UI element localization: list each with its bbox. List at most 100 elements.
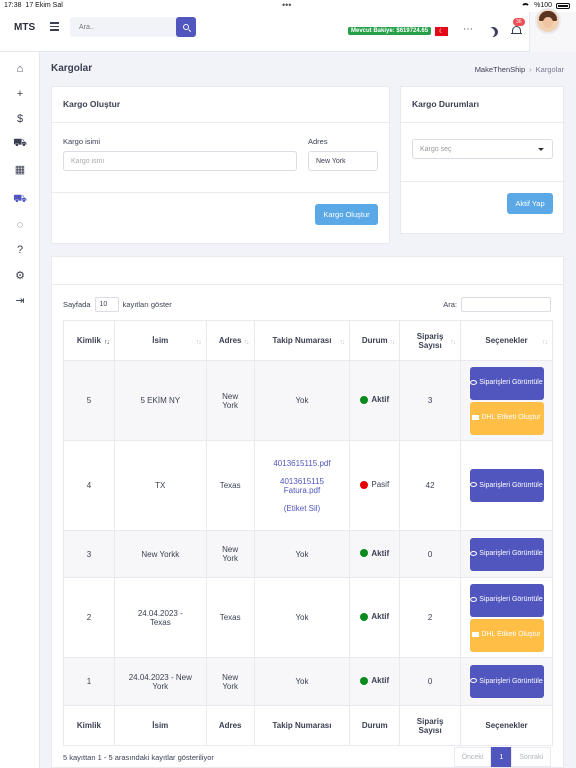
cell-tracking: Yok	[253, 360, 351, 441]
cell-tracking: Yok	[253, 530, 351, 578]
breadcrumb-current: Kargolar	[535, 65, 564, 74]
cell-status: Aktif	[349, 360, 401, 441]
address-input[interactable]	[308, 151, 378, 171]
activate-button[interactable]: Aktif Yap	[507, 193, 553, 214]
search-box	[70, 17, 196, 37]
more-apps-icon[interactable]: ⋯	[463, 24, 473, 35]
page-length-select[interactable]: 10	[94, 297, 119, 312]
cell-options: Siparişleri Görüntüle	[460, 440, 553, 531]
cargo-select[interactable]: Kargo seç	[412, 139, 553, 159]
col-header-tracking[interactable]: Takip Numarası ↑↓	[253, 320, 351, 361]
status-active-icon	[360, 395, 369, 404]
footer-address: Adres	[205, 705, 255, 746]
settings-icon[interactable]: ⚙	[14, 269, 26, 282]
pagination-next[interactable]: Sonraki	[511, 747, 551, 767]
cell-address: New York	[205, 657, 255, 706]
invoice-pdf-link[interactable]: 4013615115 Fatura.pdf	[277, 477, 327, 495]
table-row: 5 5 EKİM NY New York Yok Aktif 3 Sipariş…	[63, 360, 553, 441]
chevron-right-icon: ›	[529, 65, 532, 74]
cell-address: New York	[205, 530, 255, 578]
table-row: 1 24.04.2023 - New York New York Yok Akt…	[63, 657, 553, 706]
pagination-page-1[interactable]: 1	[491, 747, 512, 767]
dark-mode-icon[interactable]	[486, 25, 500, 39]
eye-icon	[470, 379, 478, 385]
cell-name: TX	[113, 440, 207, 531]
footer-orders: Sipariş Sayısı	[399, 705, 462, 746]
top-navbar: MTS Mevcut Bakiye: $619724.65 ☾ ⋯ 36	[0, 12, 576, 52]
cargo-status-card: Kargo Durumları Kargo seç Aktif Yap	[400, 86, 564, 234]
pagination: Önceki 1 Sonraki	[453, 747, 551, 767]
dollar-icon[interactable]: $	[14, 113, 26, 125]
avatar[interactable]	[535, 8, 561, 34]
pagination-prev[interactable]: Önceki	[453, 747, 492, 767]
wifi-icon	[521, 2, 531, 9]
view-orders-button[interactable]: Siparişleri Görüntüle	[469, 537, 544, 571]
col-header-orders[interactable]: Sipariş Sayısı ↑↓	[399, 320, 462, 361]
view-orders-button[interactable]: Siparişleri Görüntüle	[469, 665, 544, 698]
truck-icon	[472, 631, 480, 637]
cell-address: Texas	[205, 577, 255, 658]
logout-icon[interactable]: ⇥	[14, 294, 26, 307]
delete-label-link[interactable]: (Etiket Sil)	[255, 504, 350, 513]
footer-id: Kimlik	[63, 705, 115, 746]
cell-id: 5	[63, 360, 115, 441]
col-header-options[interactable]: Seçenekler ↑↓	[460, 320, 553, 361]
balance-badge: Mevcut Bakiye: $619724.65	[348, 27, 432, 35]
truck-icon[interactable]: ⛟	[13, 193, 27, 206]
col-header-id[interactable]: Kimlik ↑↓	[63, 320, 115, 361]
cell-tracking: Yok	[253, 657, 351, 706]
cell-options: Siparişleri Görüntüle	[460, 530, 553, 578]
search-button[interactable]	[176, 17, 196, 37]
help-icon[interactable]: ?	[14, 244, 26, 256]
view-orders-button[interactable]: Siparişleri Görüntüle	[469, 583, 544, 617]
label-pdf-link[interactable]: 4013615115.pdf	[255, 459, 350, 468]
eye-icon	[470, 550, 478, 556]
search-input[interactable]	[70, 17, 170, 37]
cart-icon[interactable]: ⛟	[13, 137, 27, 150]
breadcrumb-home[interactable]: MakeThenShip	[475, 65, 525, 74]
cell-options: Siparişleri Görüntüle	[460, 657, 553, 706]
cargo-name-input[interactable]	[63, 151, 297, 171]
footer-tracking: Takip Numarası	[253, 705, 351, 746]
brand-logo[interactable]: MTS	[14, 22, 35, 33]
plus-icon[interactable]: +	[14, 88, 26, 100]
create-cargo-button[interactable]: Kargo Oluştur	[315, 204, 378, 225]
notification-bell-icon[interactable]	[511, 25, 522, 36]
view-orders-button[interactable]: Siparişleri Görüntüle	[469, 469, 544, 502]
cell-orders: 3	[399, 360, 462, 441]
search-icon	[183, 24, 189, 30]
status-time: 17:38 17 Ekim Sal	[4, 2, 63, 9]
home-icon[interactable]: ⌂	[14, 63, 26, 75]
eye-icon	[470, 596, 478, 602]
cell-options: Siparişleri Görüntüle DHL Etiketi Oluştu…	[460, 577, 553, 658]
status-active-icon	[360, 676, 369, 685]
cell-id: 3	[63, 530, 115, 578]
col-header-status[interactable]: Durum ↑↓	[349, 320, 401, 361]
cell-id: 4	[63, 440, 115, 531]
menu-toggle-icon[interactable]	[50, 22, 59, 33]
chat-icon[interactable]: ◌	[14, 219, 26, 231]
language-flag-icon[interactable]: ☾	[435, 27, 448, 36]
cargo-status-title: Kargo Durumları	[401, 87, 563, 123]
cell-id: 1	[63, 657, 115, 706]
multitask-dots-icon[interactable]: •••	[282, 0, 291, 10]
eye-icon	[470, 482, 478, 488]
dhl-label-button[interactable]: DHL Etiketi Oluştur	[469, 618, 544, 652]
cell-address: Texas	[205, 440, 255, 531]
store-icon[interactable]: ▦	[14, 163, 26, 176]
col-header-address[interactable]: Adres ↑↓	[205, 320, 255, 361]
page-length-control: Sayfada 10 kayıtları göster	[63, 297, 172, 312]
table-info: 5 kayıttan 1 - 5 arasındaki kayıtlar gös…	[63, 753, 214, 762]
col-header-name[interactable]: İsim ↑↓	[113, 320, 207, 361]
cargo-table: Kimlik ↑↓ İsim ↑↓ Adres ↑↓ Takip Numarası ↑↓…	[63, 320, 553, 746]
cell-status: Aktif	[349, 577, 401, 658]
cargo-select-placeholder: Kargo seç	[420, 146, 452, 153]
dhl-label-button[interactable]: DHL Etiketi Oluştur	[469, 401, 544, 435]
cell-orders: 0	[399, 657, 462, 706]
table-filter: Ara:	[443, 297, 551, 312]
filter-input[interactable]	[461, 297, 551, 312]
view-orders-button[interactable]: Siparişleri Görüntüle	[469, 366, 544, 400]
battery-icon	[556, 2, 570, 9]
cell-status: Aktif	[349, 657, 401, 706]
sidebar: ⌂ + $ ⛟ ▦ ⛟ ◌ ? ⚙ ⇥	[0, 52, 40, 768]
